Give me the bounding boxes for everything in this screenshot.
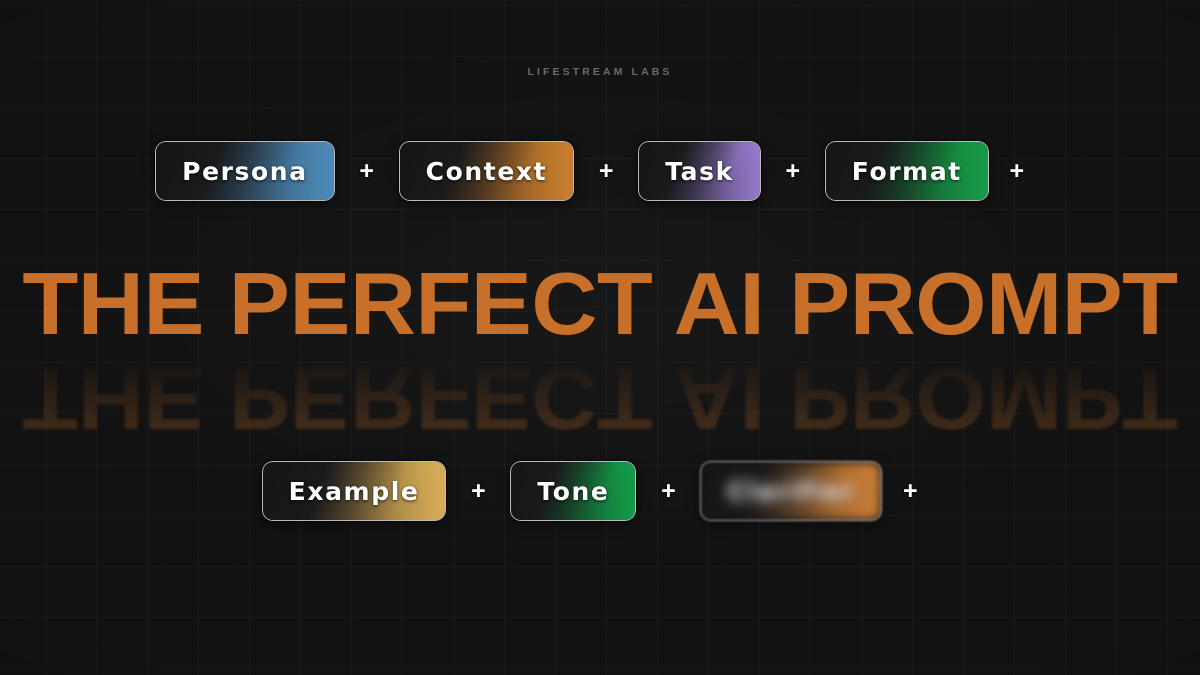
plus-separator: + — [903, 476, 918, 505]
prompt-component-pill[interactable]: Tone — [510, 461, 637, 521]
prompt-formula-row-top: Persona + Context + Task + Format + — [0, 140, 1200, 202]
prompt-formula-row-bottom: Example + Tone + Clarifier + — [0, 460, 1200, 522]
prompt-component-pill[interactable]: Persona — [155, 141, 335, 201]
prompt-component-pill[interactable]: Example — [261, 461, 447, 521]
page-title: THE PERFECT AI PROMPT — [22, 254, 1178, 353]
headline-reflection: THE PERFECT AI PROMPT — [0, 352, 1200, 432]
slide-canvas: LIFESTREAM LABS Persona + Context + Task + For… — [0, 0, 1200, 675]
pill-label: Format — [851, 156, 962, 186]
pill-label: Task — [665, 156, 734, 186]
pill-label: Example — [288, 476, 420, 506]
plus-separator: + — [1009, 156, 1025, 185]
plus-separator: + — [359, 156, 374, 185]
plus-separator: + — [598, 156, 614, 185]
plus-separator: + — [471, 476, 486, 505]
prompt-component-pill[interactable]: Clarifier — [700, 461, 883, 521]
prompt-component-pill[interactable]: Context — [398, 141, 575, 201]
prompt-component-pill[interactable]: Format — [824, 141, 989, 201]
brand-label: LIFESTREAM LABS — [527, 66, 673, 78]
plus-separator: + — [785, 156, 801, 185]
page-title-mirror: THE PERFECT AI PROMPT — [22, 352, 1178, 432]
pill-label: Persona — [182, 156, 308, 186]
pill-label: Tone — [537, 476, 610, 506]
pill-label: Clarifier — [727, 476, 856, 506]
headline-container: THE PERFECT AI PROMPT — [0, 258, 1200, 354]
prompt-component-pill[interactable]: Task — [638, 141, 761, 201]
plus-separator: + — [661, 476, 676, 505]
pill-label: Context — [425, 156, 548, 186]
